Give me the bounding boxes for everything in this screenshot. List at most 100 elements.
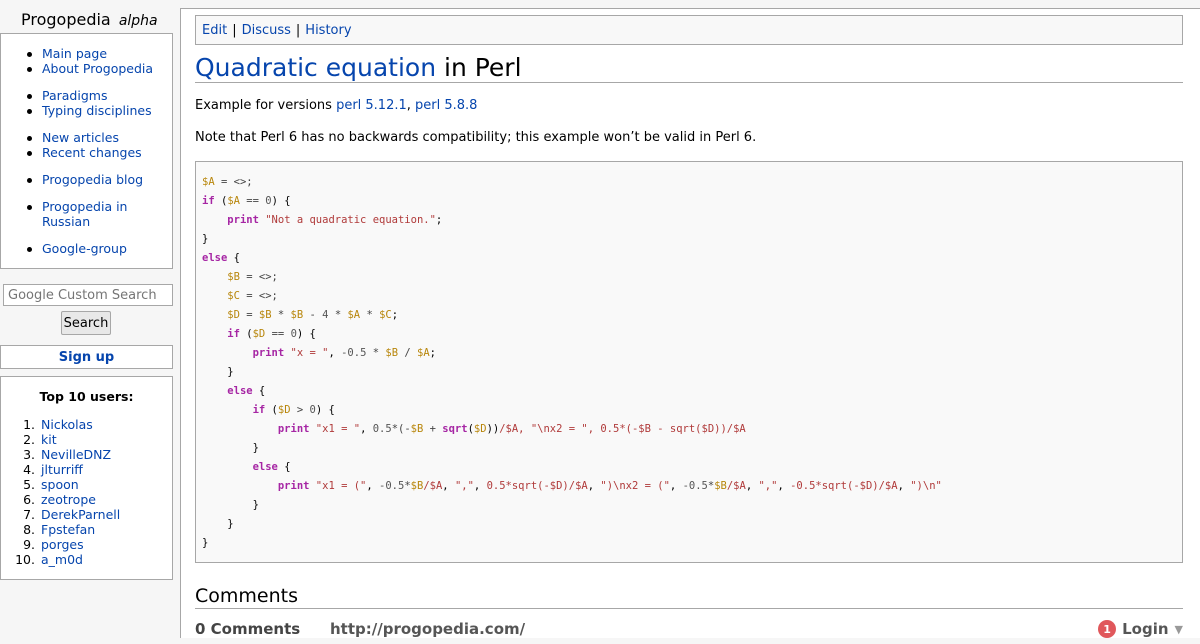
code-token: { bbox=[252, 385, 266, 397]
code-line: } bbox=[202, 515, 942, 534]
code-token: sqrt bbox=[442, 423, 468, 435]
site-name[interactable]: Progopedia bbox=[21, 10, 111, 29]
code-token: } bbox=[202, 537, 209, 549]
code-token: { bbox=[227, 252, 240, 264]
code-line: if ($D > 0) { bbox=[202, 401, 942, 420]
code-token: $B bbox=[714, 480, 727, 492]
nav-item[interactable]: Paradigms bbox=[27, 88, 172, 103]
code-token: ) { bbox=[296, 328, 316, 340]
search-input[interactable] bbox=[3, 284, 173, 306]
user-rank: 7. bbox=[23, 507, 35, 522]
code-token: ) { bbox=[271, 195, 291, 207]
nav-item[interactable]: Progopedia blog bbox=[27, 172, 172, 187]
code-token: $B bbox=[385, 347, 399, 359]
top-users-title: Top 10 users: bbox=[39, 389, 134, 404]
code-token: / bbox=[398, 347, 417, 359]
code-token: == bbox=[265, 328, 291, 340]
user-link[interactable]: DerekParnell bbox=[41, 507, 120, 522]
code-token: , bbox=[745, 480, 759, 492]
user-link[interactable]: a_m0d bbox=[41, 552, 83, 567]
code-token: $D bbox=[227, 309, 240, 321]
code-line: $C = <>; bbox=[202, 287, 942, 306]
code-token: print bbox=[227, 214, 259, 226]
code-token: $B bbox=[258, 309, 272, 321]
nav-item[interactable]: New articles bbox=[27, 130, 172, 145]
nav-item[interactable]: Typing disciplines bbox=[27, 103, 172, 118]
nav-group: New articles Recent changes bbox=[1, 130, 172, 160]
code-line: else { bbox=[202, 382, 942, 401]
signup-link[interactable]: Sign up bbox=[0, 345, 173, 369]
login-menu[interactable]: 1 Login ▼ bbox=[1098, 620, 1183, 638]
discuss-link[interactable]: Discuss bbox=[242, 23, 291, 38]
code-token: ; bbox=[391, 309, 399, 321]
history-link[interactable]: History bbox=[305, 23, 351, 38]
code-token: $A bbox=[347, 309, 361, 321]
user-link[interactable]: porges bbox=[41, 537, 84, 552]
user-link[interactable]: zeotrope bbox=[41, 492, 96, 507]
code-token: "," bbox=[758, 480, 778, 492]
nav-item[interactable]: Recent changes bbox=[27, 145, 172, 160]
code-token: ")\n" bbox=[910, 480, 942, 492]
code-token: , bbox=[473, 480, 487, 492]
code-listing: $A = <>; if ($A == 0) { print "Not a quad… bbox=[202, 173, 942, 553]
version-link[interactable]: perl 5.12.1 bbox=[336, 98, 407, 113]
code-token: ( bbox=[265, 404, 278, 416]
nav-box: Main page About Progopedia Paradigms Typing… bbox=[0, 33, 173, 269]
code-line: print "x = ", -0.5 * $B / $A; bbox=[202, 344, 942, 363]
code-token: -0.5 bbox=[682, 480, 708, 492]
comments-url[interactable]: http://progopedia.com/ bbox=[330, 620, 525, 638]
code-token: print bbox=[277, 480, 310, 492]
code-token: == bbox=[239, 195, 266, 207]
comments-count[interactable]: 0 Comments bbox=[195, 620, 300, 638]
code-token: 0.5*sqrt(-$D)/$A bbox=[486, 480, 588, 492]
user-rank: 5. bbox=[23, 477, 35, 492]
code-token: ; bbox=[429, 347, 436, 359]
code-token: $B bbox=[290, 309, 304, 321]
nav-item[interactable]: Main page bbox=[27, 46, 172, 61]
code-token: /$A bbox=[726, 480, 746, 492]
code-token: -0.5 bbox=[379, 480, 405, 492]
code-token: -0.5 bbox=[341, 347, 367, 359]
versions-line: Example for versions perl 5.12.1, perl 5… bbox=[195, 98, 477, 113]
edit-link[interactable]: Edit bbox=[202, 23, 227, 38]
code-token: "x1 = " bbox=[315, 423, 361, 435]
user-link[interactable]: kit bbox=[41, 432, 57, 447]
page-title-rest: in Perl bbox=[436, 53, 522, 82]
code-token: "x1 = (" bbox=[315, 480, 367, 492]
code-token: - bbox=[303, 309, 323, 321]
user-link[interactable]: spoon bbox=[41, 477, 79, 492]
page-title-link[interactable]: Quadratic equation bbox=[195, 53, 436, 82]
code-line: } bbox=[202, 496, 942, 515]
nav-group: Google-group bbox=[1, 241, 172, 256]
code-token: } bbox=[202, 442, 259, 454]
nav-group: Progopedia in Russian bbox=[1, 199, 172, 229]
nav-item[interactable]: About Progopedia bbox=[27, 61, 172, 76]
code-token: = <>; bbox=[239, 271, 278, 283]
code-token: if bbox=[227, 328, 240, 340]
code-token: *(- bbox=[391, 423, 411, 435]
nav-group: Progopedia blog bbox=[1, 172, 172, 187]
user-link[interactable]: jlturriff bbox=[41, 462, 83, 477]
separator: | bbox=[295, 22, 301, 38]
site-title[interactable]: Progopedia alpha bbox=[21, 10, 158, 29]
notification-badge: 1 bbox=[1098, 620, 1117, 638]
code-line: } bbox=[202, 363, 942, 382]
code-token: 0.5 bbox=[372, 423, 392, 435]
search-button[interactable]: Search bbox=[61, 311, 111, 335]
code-token: * bbox=[328, 309, 348, 321]
nav-item[interactable]: Google-group bbox=[27, 241, 172, 256]
code-token: ; bbox=[435, 214, 443, 226]
page-actions: Edit | Discuss | History bbox=[195, 15, 1183, 45]
user-link[interactable]: NevilleDNZ bbox=[41, 447, 111, 462]
user-link[interactable]: Nickolas bbox=[41, 417, 93, 432]
user-link[interactable]: Fpstefan bbox=[41, 522, 95, 537]
version-link[interactable]: perl 5.8.8 bbox=[415, 98, 477, 113]
login-label: Login bbox=[1122, 620, 1169, 638]
page-title: Quadratic equation in Perl bbox=[195, 52, 1183, 83]
code-token: else bbox=[202, 252, 228, 264]
nav-item[interactable]: Progopedia in Russian bbox=[27, 199, 137, 229]
versions-prefix: Example for versions bbox=[195, 98, 337, 113]
code-token: $B bbox=[410, 480, 424, 492]
